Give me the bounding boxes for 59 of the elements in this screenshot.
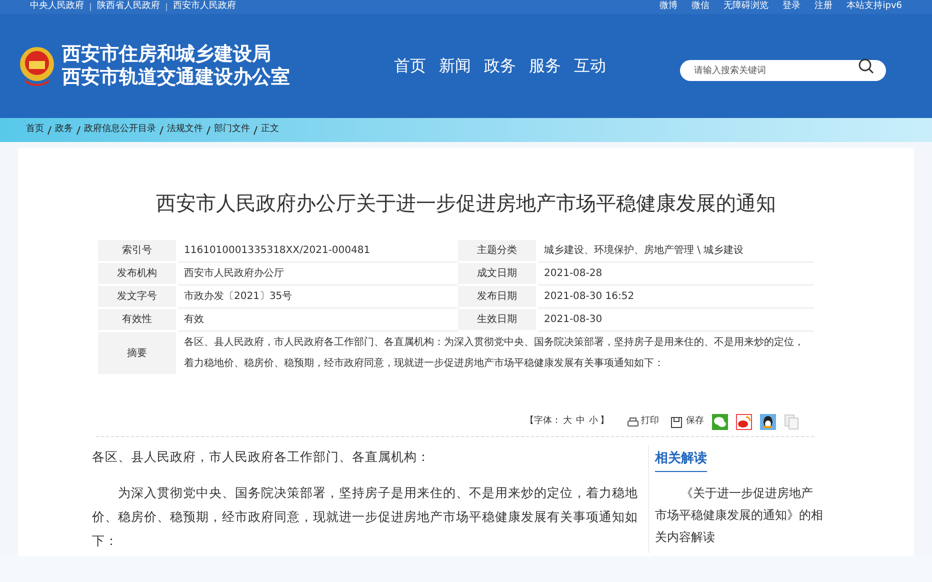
field-value: 2021-08-28	[537, 262, 813, 285]
body-paragraph: 为深入贯彻党中央、国务院决策部署，坚持房子是用来住的、不是用来炒的定位，着力稳地价、稳房价、稳预期，经市政府同意，现就进一步促进房地产市场平稳健康发展有关事项通知如下：	[92, 484, 638, 550]
top-link[interactable]: 本站支持ipv6	[846, 0, 902, 14]
field-label: 生效日期	[457, 308, 537, 331]
breadcrumb-link[interactable]: 法规文件	[167, 123, 203, 137]
field-label: 成文日期	[457, 262, 537, 285]
bracket-text: 】	[600, 415, 609, 428]
field-value: 2021-08-30	[537, 308, 813, 331]
font-size-link[interactable]: 小	[589, 415, 598, 429]
body-paragraph: 各区、县人民政府，市人民政府各工作部门、各直属机构：	[92, 448, 431, 466]
search-icon[interactable]	[858, 58, 874, 74]
top-link[interactable]: 登录	[782, 0, 801, 14]
field-value: 2021-08-30 16:52	[537, 285, 813, 308]
top-link[interactable]: 无障碍浏览	[724, 0, 769, 14]
field-label: 发布机构	[97, 262, 177, 285]
field-value: 市政办发〔2021〕35号	[177, 285, 457, 308]
field-label: 有效性	[97, 308, 177, 331]
nav-link[interactable]: 互动	[574, 54, 606, 78]
print-button[interactable]: 打印	[627, 415, 659, 429]
article-title: 西安市人民政府办公厅关于进一步促进房地产市场平稳健康发展的通知	[155, 190, 777, 217]
nav-link[interactable]: 服务	[529, 54, 561, 78]
site-title: 西安市住房和城乡建设局	[62, 43, 272, 66]
section-heading: 相关解读	[655, 449, 707, 472]
field-label: 主题分类	[457, 239, 537, 262]
penguin-share-icon[interactable]	[760, 414, 776, 430]
field-value: 1161010001335318XX/2021-000481	[177, 239, 457, 262]
breadcrumb-link[interactable]: 政府信息公开目录	[84, 123, 156, 137]
top-link[interactable]: 西安市人民政府	[173, 0, 236, 14]
search-field[interactable]: 请输入搜索关键词	[680, 60, 886, 81]
field-value: 有效	[177, 308, 457, 331]
field-label: 摘要	[97, 331, 177, 375]
save-button[interactable]: 保存	[671, 415, 704, 429]
summary-text: 各区、县人民政府，市人民政府各工作部门、各直属机构：为深入贯彻党中央、国务院决策部署，坚持房子是用来住的、不是用来炒的定位，着力稳地价、稳房价、稳预期，经市政府同意，现就进一步促进房地产市场平稳健康发展有关事项通知如下：	[177, 331, 813, 375]
top-link[interactable]: 中央人民政府	[30, 0, 84, 14]
nav-link[interactable]: 新闻	[439, 54, 471, 78]
breadcrumb-link[interactable]: 部门文件	[214, 123, 250, 137]
top-link[interactable]: 微信	[692, 0, 710, 14]
field-label: 索引号	[97, 239, 177, 262]
wechat-share-icon[interactable]	[712, 414, 728, 430]
breadcrumb-link[interactable]: 首页	[26, 123, 44, 137]
emblem-icon	[18, 45, 56, 87]
field-value: 城乡建设、环境保护、房地产管理 \ 城乡建设	[537, 239, 813, 262]
site-title: 西安市轨道交通建设办公室	[62, 66, 290, 89]
nav-link[interactable]: 首页	[394, 54, 426, 78]
weibo-share-icon[interactable]	[736, 414, 752, 430]
top-link[interactable]: 注册	[814, 0, 833, 14]
breadcrumb-current: 正文	[261, 123, 279, 136]
font-size-label: 【字体：	[525, 415, 561, 428]
font-size-link[interactable]: 中	[576, 415, 585, 429]
top-link[interactable]: 陕西省人民政府	[97, 0, 160, 14]
breadcrumb-link[interactable]: 政务	[55, 123, 73, 137]
font-size-link[interactable]: 大	[563, 415, 572, 429]
top-link[interactable]: 微博	[660, 0, 678, 14]
printer-icon	[627, 416, 639, 428]
field-value: 西安市人民政府办公厅	[177, 262, 457, 285]
nav-link[interactable]: 政务	[484, 54, 516, 78]
field-label: 发布日期	[457, 285, 537, 308]
field-label: 发文字号	[97, 285, 177, 308]
related-link[interactable]: 《关于进一步促进房地产市场平稳健康发展的通知》的相关内容解读	[655, 482, 824, 548]
